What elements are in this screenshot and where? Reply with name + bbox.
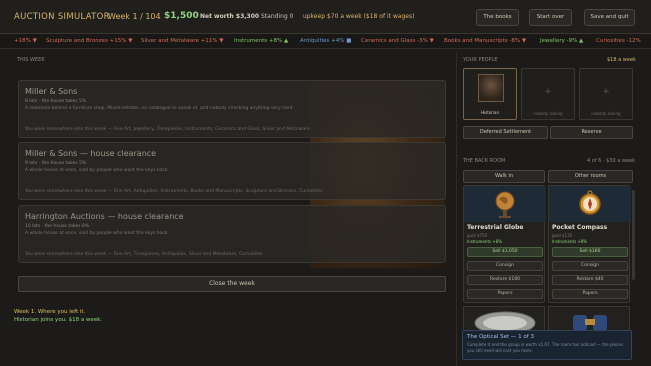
restore-button[interactable]: Restore $180 (467, 275, 543, 285)
event-log: Week 1. Where you left it. Historian joi… (14, 308, 102, 324)
item-guide: guid $135 (552, 233, 573, 238)
people-cost: $18 a week (607, 57, 636, 63)
save-quit-button[interactable]: Save and quit (584, 9, 635, 26)
compass-icon (549, 186, 631, 222)
lot-meta: 9 lots · the house takes 5% (25, 161, 87, 166)
lot-name: Harrington Auctions — house clearance (25, 212, 184, 221)
lot-previous: You were somewhere else this week — Fine… (25, 252, 263, 257)
section-label: THIS WEEK (17, 57, 45, 63)
lot-card[interactable]: Harrington Auctions — house clearance 10… (18, 205, 446, 263)
item-name: Pocket Compass (552, 224, 608, 231)
restore-button[interactable]: Restore $40 (552, 275, 628, 285)
item-name: Terrestrial Globe (467, 224, 524, 231)
lot-previous: You were somewhere else this week — Fine… (25, 127, 310, 132)
slot-caption: nobody asking (591, 111, 621, 116)
start-over-button[interactable]: Start over (529, 9, 572, 26)
lot-description: A whole house at once, sold by people wh… (25, 231, 169, 236)
this-week-panel: THIS WEEK Miller & Sons 8 lots · the hou… (0, 0, 460, 302)
log-line: Historian joins you. $18 a week. (14, 317, 103, 323)
sell-button[interactable]: Sell $160 (552, 247, 628, 257)
optical-set-banner: The Optical Set — 1 of 3 Complete it and… (462, 330, 632, 360)
tab-walk-in[interactable]: Walk in (463, 170, 545, 183)
lot-card[interactable]: Miller & Sons 8 lots · the house takes 5… (18, 80, 446, 138)
item-guide: guid $750 (467, 233, 488, 238)
item-card[interactable]: Pocket Compass guid $135 Instruments +8%… (548, 185, 631, 303)
add-icon: + (544, 87, 552, 97)
sell-button[interactable]: Sell $1,050 (467, 247, 543, 257)
staff-slot-historian[interactable]: Historian (463, 68, 517, 120)
lot-description: A whole house at once, sold by people wh… (25, 168, 169, 173)
books-button[interactable]: The books (476, 9, 519, 26)
lot-previous: You were somewhere else this week — Fine… (25, 189, 323, 194)
ticker-item: Jewellery -9% ▲ (540, 38, 584, 44)
consign-button[interactable]: Consign (552, 261, 628, 271)
add-icon: + (602, 87, 610, 97)
lot-description: A saleroom behind a furniture shop. Mixe… (25, 106, 294, 111)
item-market: Instruments +8% (467, 239, 503, 244)
slot-caption: nobody asking (533, 111, 563, 116)
backroom-scrollbar[interactable] (632, 190, 635, 280)
item-card[interactable]: Terrestrial Globe guid $750 Instruments … (463, 185, 546, 303)
deferred-settlement-button[interactable]: Deferred Settlement (463, 126, 548, 139)
papers-button[interactable]: Papers (552, 289, 628, 299)
lot-name: Miller & Sons (25, 87, 78, 96)
backroom-count: 4 of 6 · $30 a week (587, 158, 636, 164)
staff-slot-empty[interactable]: + nobody asking (579, 68, 633, 120)
item-market: Instruments +8% (552, 239, 588, 244)
tab-other-rooms[interactable]: Other rooms (548, 170, 633, 183)
set-description: Complete it and the group is worth x1.67… (467, 342, 623, 353)
log-line: Week 1. Where you left it. (14, 309, 86, 315)
ticker-item: Curiosities -12% (596, 38, 641, 44)
staff-name: Historian (481, 110, 499, 115)
papers-button[interactable]: Papers (467, 289, 543, 299)
staff-slot-empty[interactable]: + nobody asking (521, 68, 575, 120)
lot-name: Miller & Sons — house clearance (25, 149, 157, 158)
close-week-button[interactable]: Close the week (18, 276, 446, 292)
lot-card[interactable]: Miller & Sons — house clearance 9 lots ·… (18, 142, 446, 200)
consign-button[interactable]: Consign (467, 261, 543, 271)
backroom-label: THE BACK ROOM (463, 158, 506, 164)
historian-portrait (478, 74, 504, 102)
lot-meta: 10 lots · the house takes 8% (25, 224, 90, 229)
globe-icon (464, 186, 546, 222)
set-title: The Optical Set — 1 of 3 (467, 334, 534, 340)
people-label: YOUR PEOPLE (463, 57, 498, 63)
lot-meta: 8 lots · the house takes 5% (25, 99, 87, 104)
reserve-button[interactable]: Reserve (550, 126, 633, 139)
